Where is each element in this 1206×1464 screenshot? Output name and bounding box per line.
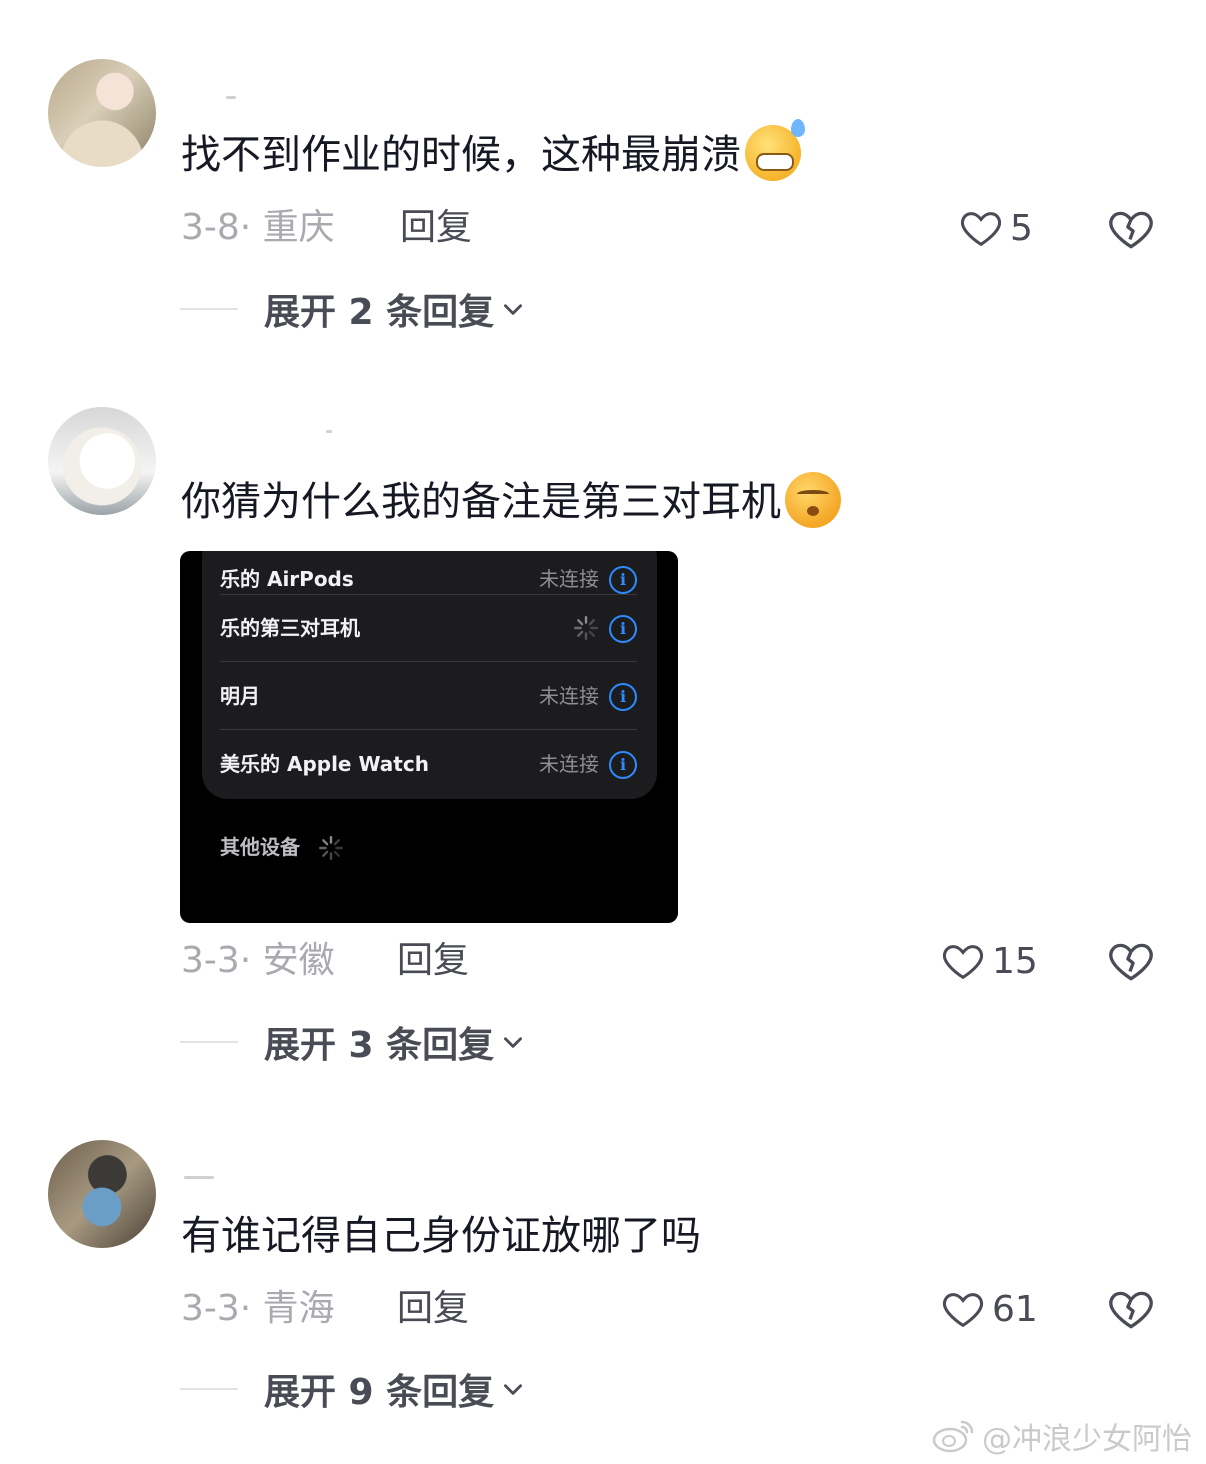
comment-body: 有谁记得自己身份证放哪了吗 [181, 1213, 701, 1259]
chevron-down-icon [504, 304, 523, 315]
comment-text: 找不到作业的时候，这种最崩溃 [181, 119, 805, 185]
chevron-down-icon [504, 1384, 523, 1395]
chevron-down-icon [504, 1037, 523, 1048]
expand-replies[interactable]: 展开 2 条回复 [180, 286, 526, 333]
heart-icon [960, 212, 1002, 247]
username-placeholder[interactable] [326, 430, 332, 433]
reply-button[interactable]: 回复 [397, 1284, 469, 1334]
heart-icon [942, 1293, 984, 1328]
divider [220, 729, 637, 730]
like-button[interactable]: 61 [940, 1284, 1038, 1334]
info-icon: i [609, 615, 637, 643]
watermark-text: @冲浪少女阿怡 [982, 1422, 1192, 1457]
expand-label: 展开 2 条回复 [264, 292, 495, 333]
avatar[interactable] [48, 407, 156, 515]
device-name: 乐的第三对耳机 [220, 616, 360, 640]
other-devices-label: 其他设备 [220, 835, 300, 859]
device-row: 乐的第三对耳机 i [220, 595, 637, 662]
info-icon: i [609, 566, 637, 594]
expand-divider [180, 1041, 238, 1043]
heart-icon [942, 945, 984, 980]
loading-spinner-icon [318, 835, 344, 861]
expand-replies[interactable]: 展开 9 条回复 [180, 1366, 526, 1413]
like-button[interactable]: 5 [958, 203, 1033, 253]
loading-spinner-icon [573, 615, 599, 641]
comment-meta: 3-3· 安徽 [181, 940, 335, 981]
avatar[interactable] [48, 59, 156, 167]
reply-button[interactable]: 回复 [397, 936, 469, 986]
comment-text: 你猜为什么我的备注是第三对耳机 [181, 472, 841, 532]
like-count: 5 [1010, 207, 1033, 249]
device-name: 美乐的 Apple Watch [220, 752, 429, 776]
reply-button[interactable]: 回复 [400, 203, 472, 253]
broken-heart-icon[interactable] [1106, 204, 1156, 254]
smirk-emoji-icon [785, 472, 841, 528]
grimacing-sweat-emoji-icon [745, 119, 805, 181]
device-status: 未连接 [539, 752, 599, 776]
username-placeholder[interactable] [184, 1176, 214, 1179]
like-button[interactable]: 15 [940, 936, 1038, 986]
device-name: 明月 [220, 684, 260, 708]
watermark: @冲浪少女阿怡 [932, 1414, 1192, 1458]
avatar[interactable] [48, 1140, 156, 1248]
comment-body: 你猜为什么我的备注是第三对耳机 [181, 479, 781, 525]
comment-image[interactable]: 乐的 AirPods 未连接 i 乐的第三对耳机 i 明月 未连接 i 美乐的 … [180, 551, 678, 923]
device-row: 明月 未连接 i [220, 663, 637, 730]
broken-heart-icon[interactable] [1106, 936, 1156, 986]
comment-meta: 3-3· 青海 [181, 1288, 335, 1329]
expand-replies[interactable]: 展开 3 条回复 [180, 1019, 526, 1066]
divider [220, 661, 637, 662]
like-count: 61 [992, 1288, 1038, 1330]
like-count: 15 [992, 940, 1038, 982]
expand-label: 展开 3 条回复 [264, 1025, 495, 1066]
device-row: 美乐的 Apple Watch 未连接 i [220, 731, 637, 798]
device-status: 未连接 [539, 684, 599, 708]
expand-label: 展开 9 条回复 [264, 1372, 495, 1413]
comment-body: 找不到作业的时候，这种最崩溃 [181, 132, 741, 178]
comment-text: 有谁记得自己身份证放哪了吗 [181, 1208, 701, 1264]
weibo-logo-icon [932, 1420, 974, 1453]
broken-heart-icon[interactable] [1106, 1284, 1156, 1334]
expand-divider [180, 1388, 238, 1390]
username-placeholder[interactable] [226, 96, 236, 99]
expand-divider [180, 308, 238, 310]
info-icon: i [609, 751, 637, 779]
comment-meta: 3-8· 重庆 [181, 207, 335, 248]
info-icon: i [609, 683, 637, 711]
